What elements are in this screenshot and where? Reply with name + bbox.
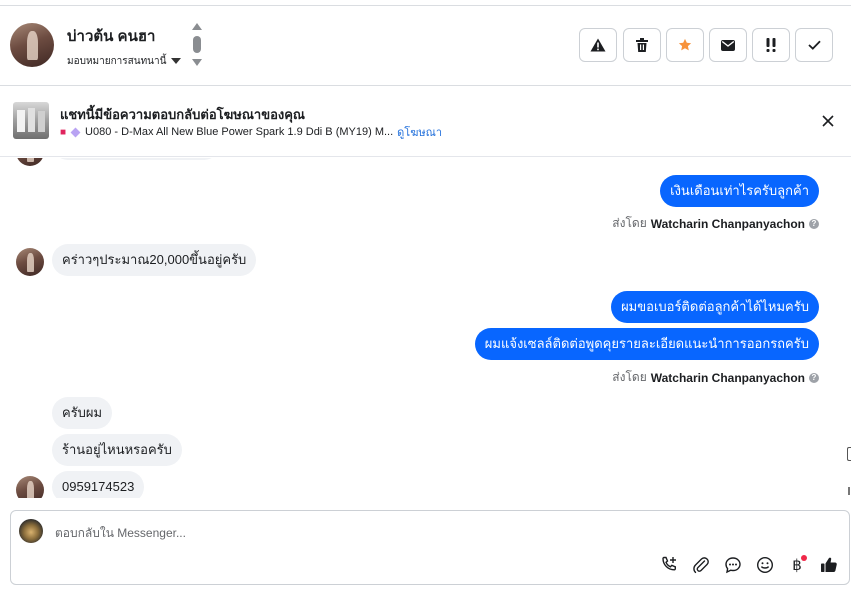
contact-avatar [16,248,44,276]
view-ad-link[interactable]: ดูโฆษณา [397,123,442,141]
notification-dot [801,555,807,561]
conversation-nav [190,23,204,69]
sent-by-prefix: ส่งโดย [612,216,647,230]
message-thread[interactable]: เงินเดือนเท่าไรครับลูกค้า ส่งโดย Watchar… [0,158,851,498]
drag-handle-icon [193,36,201,53]
ad-thumbnail[interactable] [13,102,49,139]
saved-replies-button[interactable] [723,555,743,575]
message-bubble-incoming: คร่าวๆประมาณ20,000ขึ้นอยู่ครับ [52,244,257,276]
help-icon[interactable]: ? [809,372,819,383]
delete-button[interactable] [623,28,661,62]
ad-banner-subtitle-row: ■ U080 - D-Max All New Blue Power Spark … [60,123,442,141]
check-icon [807,40,821,50]
message-bubble-incoming: 0959174523 [52,471,145,498]
emoji-button[interactable] [755,555,775,575]
trash-icon [636,38,648,52]
reply-composer: ฿ [10,510,850,585]
help-icon[interactable]: ? [809,218,819,229]
contact-name[interactable]: บ่าวต้น คนฮา [67,24,155,48]
message-bubble-outgoing: ผมขอเบอร์ติดต่อลูกค้าได้ไหมครับ [611,291,819,323]
message-bubble-incoming: ครับผม [52,397,113,429]
contact-avatar[interactable] [10,23,54,67]
scrollbar-track[interactable] [848,487,850,495]
star-button[interactable] [666,28,704,62]
arrow-up-icon[interactable] [192,23,202,30]
arrow-down-icon[interactable] [192,59,202,66]
scrollbar-thumb[interactable] [847,447,851,461]
contact-avatar [16,476,44,498]
sent-by-name: Watcharin Chanpanyachon [650,370,805,385]
sent-by-prefix: ส่งโดย [612,370,647,384]
reply-input[interactable] [55,524,655,542]
sent-by-label: ส่งโดย Watcharin Chanpanyachon ? [612,368,819,387]
contact-avatar [16,158,44,166]
sent-by-label: ส่งโดย Watcharin Chanpanyachon ? [612,214,819,233]
mark-done-button[interactable] [795,28,833,62]
like-button[interactable] [819,555,839,575]
report-button[interactable] [579,28,617,62]
star-icon [678,38,692,51]
message-bubble-incoming [52,158,220,160]
page-avatar [19,519,43,543]
envelope-icon [721,39,735,51]
phone-plus-icon [662,556,676,571]
smiley-icon [756,556,774,574]
thumbs-up-icon [821,557,837,572]
ad-reply-banner: แชทนี้มีข้อความตอบกลับต่อโฆษณาของคุณ ■ U… [0,87,851,157]
paperclip-icon [693,557,709,574]
truck-icon: ■ [60,126,67,138]
warning-icon [590,38,606,52]
ad-banner-subtitle: U080 - D-Max All New Blue Power Spark 1.… [85,126,394,138]
assign-label: มอบหมายการสนทนานี้ [67,55,167,67]
diamond-icon [70,127,81,137]
payment-button[interactable]: ฿ [787,555,807,575]
message-bubble-outgoing: เงินเดือนเท่าไรครับลูกค้า [660,175,819,207]
conversation-header: บ่าวต้น คนฮา มอบหมายการสนทนานี้ [0,6,851,86]
chevron-down-icon [171,58,182,64]
attach-button[interactable] [691,555,711,575]
assign-conversation-dropdown[interactable]: มอบหมายการสนทนานี้ [67,54,182,68]
mark-unread-button[interactable] [709,28,747,62]
phone-plus-button[interactable] [659,555,679,575]
ad-banner-title: แชทนี้มีข้อความตอบกลับต่อโฆษณาของคุณ [60,107,305,122]
close-icon[interactable] [821,114,835,128]
double-exclamation-icon [766,38,776,52]
sent-by-name: Watcharin Chanpanyachon [650,216,805,231]
message-bubble-incoming: ร้านอยู่ไหนหรอครับ [52,434,182,466]
chat-bubble-icon [725,557,741,574]
message-bubble-outgoing: ผมแจ้งเซลล์ติดต่อพูดคุยรายละเอียดแนะนำกา… [474,328,819,360]
follow-up-button[interactable] [752,28,790,62]
